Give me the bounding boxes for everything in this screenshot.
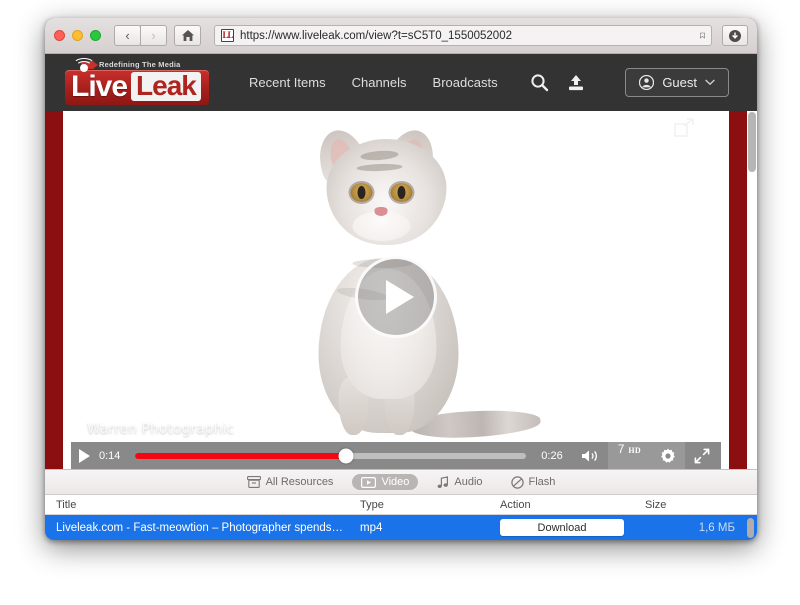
chevron-left-icon: ‹ (125, 28, 130, 43)
upload-icon (568, 74, 583, 90)
account-label: Guest (662, 75, 697, 90)
page-gutter-left (45, 54, 63, 469)
filter-label: Flash (528, 476, 556, 488)
duration-label: 0:26 (541, 449, 563, 462)
close-window-button[interactable] (54, 30, 65, 41)
video-icon (361, 476, 377, 488)
filter-video[interactable]: Video (352, 474, 419, 490)
volume-button[interactable] (572, 442, 608, 469)
home-icon (181, 30, 194, 41)
row-title: Liveleak.com - Fast-meowtion – Photograp… (56, 521, 344, 534)
page-gutter-right (729, 54, 747, 469)
table-scrollbar[interactable] (747, 518, 754, 538)
current-time-label: 0:14 (99, 449, 121, 462)
progress-fill (135, 452, 347, 459)
chevron-down-icon (705, 79, 715, 86)
desktop-backdrop: ‹ › LL https://www.liveleak.com/view?t=s… (0, 0, 800, 605)
logo-box: Live Leak (65, 57, 209, 105)
zoom-window-button[interactable] (90, 30, 101, 41)
nav-item-channels[interactable]: Channels (352, 75, 407, 90)
address-bar[interactable]: LL https://www.liveleak.com/view?t=sC5T0… (214, 25, 712, 46)
play-pause-button[interactable] (79, 448, 90, 463)
main-navigation: Recent Items Channels Broadcasts (249, 75, 498, 90)
filter-flash[interactable]: Flash (502, 474, 565, 491)
download-button[interactable]: Download (500, 519, 624, 536)
site-header: Redefining The Media Live Leak Recent It… (45, 54, 757, 111)
filter-audio[interactable]: Audio (428, 474, 491, 491)
table-row[interactable]: Liveleak.com - Fast-meowtion – Photograp… (45, 515, 757, 540)
filter-all-resources[interactable]: All Resources (238, 474, 343, 490)
video-player[interactable]: Warren Photographic 0:14 0:26 7 HD (71, 111, 721, 469)
downloads-button[interactable] (722, 25, 748, 46)
forward-button[interactable]: › (140, 25, 167, 46)
logo-tagline: Redefining The Media (81, 60, 217, 69)
search-icon (530, 74, 548, 92)
chevron-right-icon: › (151, 28, 156, 43)
player-control-bar: 0:14 0:26 7 HD (71, 442, 721, 469)
site-favicon-icon: LL (221, 29, 234, 42)
play-icon (385, 280, 414, 314)
settings-button[interactable] (651, 442, 685, 469)
filter-label: Video (381, 476, 410, 488)
progress-knob[interactable] (338, 448, 354, 463)
account-menu-button[interactable]: Guest (625, 68, 729, 97)
resource-table-header: Title Type Action Size (45, 495, 757, 515)
url-text: https://www.liveleak.com/view?t=sC5T0_15… (240, 29, 512, 42)
popout-icon[interactable] (671, 117, 697, 139)
archive-icon (246, 476, 261, 488)
row-size: 1,6 МБ (698, 521, 735, 534)
quality-hd-badge: HD (628, 446, 641, 455)
row-type: mp4 (360, 521, 383, 534)
logo-word-live: Live (71, 57, 128, 102)
quality-button[interactable]: 7 HD (607, 442, 651, 469)
fullscreen-button[interactable] (685, 442, 719, 469)
column-header-type[interactable]: Type (360, 499, 500, 511)
page-scrollbar[interactable] (748, 112, 756, 172)
column-header-size[interactable]: Size (645, 499, 757, 511)
person-icon (639, 75, 655, 90)
gear-icon (661, 448, 675, 463)
back-button[interactable]: ‹ (114, 25, 141, 46)
video-watermark: Warren Photographic (87, 421, 235, 437)
music-note-icon (437, 475, 449, 489)
volume-icon (581, 450, 597, 461)
no-entry-icon (510, 475, 524, 489)
filter-label: All Resources (265, 476, 334, 488)
window-traffic-lights (54, 30, 101, 41)
download-icon (729, 29, 741, 42)
header-icon-group (530, 73, 586, 92)
play-overlay-button[interactable] (355, 256, 437, 338)
upload-button[interactable] (566, 74, 586, 92)
home-button[interactable] (174, 25, 201, 46)
tagline-text: Redefining The Media (99, 60, 181, 69)
nav-item-recent-items[interactable]: Recent Items (249, 75, 326, 90)
progress-scrubber[interactable] (135, 448, 527, 463)
minimize-window-button[interactable] (72, 30, 83, 41)
resource-filter-bar: All Resources Video Audio Flash (45, 470, 757, 495)
site-logo[interactable]: Redefining The Media Live Leak (65, 57, 217, 105)
browser-window: ‹ › LL https://www.liveleak.com/view?t=s… (45, 18, 757, 540)
search-button[interactable] (530, 73, 549, 92)
quality-number: 7 (617, 442, 625, 456)
nav-item-broadcasts[interactable]: Broadcasts (433, 75, 498, 90)
downloader-panel: All Resources Video Audio Flash Title Ty… (45, 469, 757, 540)
web-page-viewport: Redefining The Media Live Leak Recent It… (45, 54, 757, 469)
filter-label: Audio (454, 476, 483, 488)
column-header-action[interactable]: Action (500, 499, 645, 511)
fullscreen-icon (694, 448, 710, 463)
browser-toolbar: ‹ › LL https://www.liveleak.com/view?t=s… (45, 18, 757, 54)
column-header-title[interactable]: Title (45, 499, 360, 511)
broadcast-icon (73, 57, 95, 72)
row-action-cell: Download (500, 519, 645, 536)
bookmark-icon[interactable] (694, 29, 705, 42)
logo-word-leak: Leak (131, 72, 201, 101)
